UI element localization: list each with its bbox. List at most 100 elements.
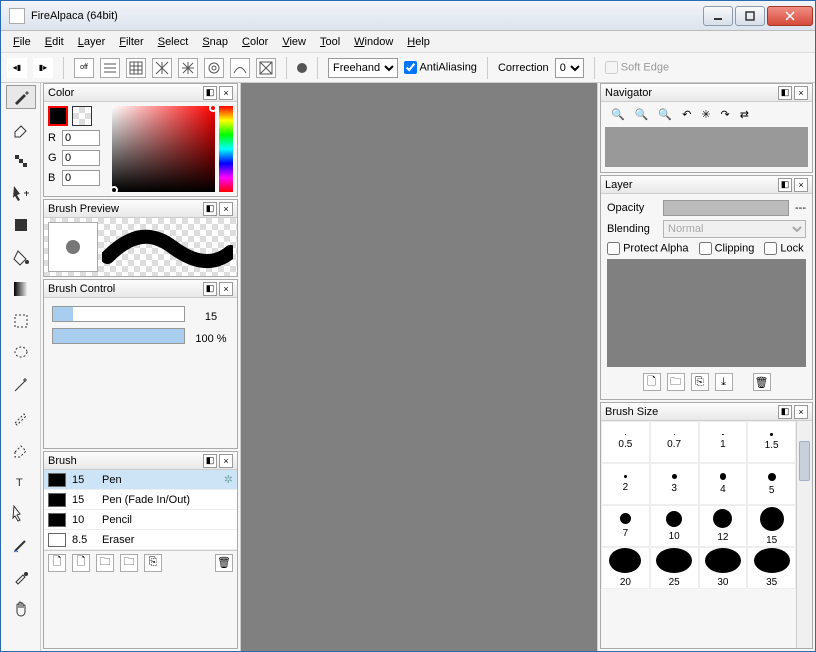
merge-layer-icon[interactable]: ⤓ [715, 373, 733, 391]
brush-size-cell[interactable]: 35 [747, 547, 796, 589]
correction-select[interactable]: 0 [555, 58, 584, 78]
menu-window[interactable]: Window [348, 34, 399, 50]
undock-icon[interactable]: ◧ [203, 202, 217, 216]
select-pen-tool[interactable] [6, 405, 36, 429]
brush-size-cell[interactable]: 0.5 [601, 421, 650, 463]
navigator-preview[interactable] [605, 127, 808, 167]
brush-size-cell[interactable]: 1 [699, 421, 748, 463]
close-icon[interactable]: × [219, 86, 233, 100]
magic-wand-tool[interactable] [6, 373, 36, 397]
close-icon[interactable]: × [219, 282, 233, 296]
menu-edit[interactable]: Edit [39, 34, 70, 50]
delete-brush-icon[interactable]: 🗑 [215, 554, 233, 572]
undock-icon[interactable]: ◧ [203, 454, 217, 468]
folder-icon[interactable]: 🗀 [96, 554, 114, 572]
maximize-button[interactable] [735, 6, 765, 26]
add-brush-icon[interactable]: 🗋 [48, 554, 66, 572]
close-icon[interactable]: × [794, 86, 808, 100]
select-eraser-tool[interactable] [6, 437, 36, 461]
close-button[interactable] [767, 6, 813, 26]
duplicate-layer-icon[interactable]: ⎘ [691, 373, 709, 391]
divide-tool[interactable] [6, 533, 36, 557]
operation-tool[interactable] [6, 501, 36, 525]
eraser-tool[interactable] [6, 117, 36, 141]
scrollbar[interactable] [796, 421, 812, 648]
menu-help[interactable]: Help [401, 34, 436, 50]
delete-layer-icon[interactable]: 🗑 [753, 373, 771, 391]
rotate-cw-icon[interactable]: ↷ [721, 108, 730, 121]
softedge-checkbox[interactable]: Soft Edge [605, 61, 669, 74]
brush-list-row[interactable]: 10Pencil [44, 510, 237, 530]
brush-size-slider[interactable] [52, 306, 185, 322]
brush-size-cell[interactable]: 4 [699, 463, 748, 505]
brush-size-cell[interactable]: 0.7 [650, 421, 699, 463]
brush-size-cell[interactable]: 20 [601, 547, 650, 589]
close-icon[interactable]: × [219, 202, 233, 216]
menu-select[interactable]: Select [152, 34, 195, 50]
snap-parallel-icon[interactable] [100, 58, 120, 78]
brush-size-cell[interactable]: 30 [699, 547, 748, 589]
snap-curve-icon[interactable] [230, 58, 250, 78]
brush-size-cell[interactable]: 10 [650, 505, 699, 547]
undock-icon[interactable]: ◧ [778, 178, 792, 192]
undock-icon[interactable]: ◧ [203, 282, 217, 296]
brush-opacity-slider[interactable] [52, 328, 185, 344]
close-icon[interactable]: × [794, 178, 808, 192]
b-input[interactable] [62, 170, 100, 186]
bucket-tool[interactable] [6, 245, 36, 269]
gradient-tool[interactable] [6, 277, 36, 301]
undock-icon[interactable]: ◧ [203, 86, 217, 100]
flip-icon[interactable]: ⇄ [740, 108, 749, 121]
rotate-reset-icon[interactable]: ✳ [701, 108, 710, 121]
brush-listbox[interactable]: 15Pen✲15Pen (Fade In/Out)10Pencil8.5Eras… [44, 470, 237, 550]
hand-tool[interactable] [6, 597, 36, 621]
zoom-fit-icon[interactable]: 🔍 [658, 108, 672, 121]
menu-filter[interactable]: Filter [113, 34, 149, 50]
canvas-area[interactable] [241, 83, 597, 651]
text-tool[interactable]: T [6, 469, 36, 493]
new-folder-icon[interactable]: 🗀 [667, 373, 685, 391]
brush-size-cell[interactable]: 25 [650, 547, 699, 589]
select-lasso-tool[interactable] [6, 341, 36, 365]
zoom-in-icon[interactable]: 🔍 [611, 108, 625, 121]
draw-mode-select[interactable]: Freehand [328, 58, 398, 78]
brush-size-cell[interactable]: 12 [699, 505, 748, 547]
blending-select[interactable]: Normal [663, 220, 806, 238]
nav-next-icon[interactable]: ▮▸ [33, 58, 53, 78]
brush-list-row[interactable]: 15Pen✲ [44, 470, 237, 490]
clipping-checkbox[interactable]: Clipping [699, 242, 755, 255]
snap-off-icon[interactable] [74, 58, 94, 78]
protect-alpha-checkbox[interactable]: Protect Alpha [607, 242, 689, 255]
nav-prev-icon[interactable]: ◂▮ [7, 58, 27, 78]
close-icon[interactable]: × [219, 454, 233, 468]
eyedropper-tool[interactable] [6, 565, 36, 589]
snap-grid-icon[interactable] [126, 58, 146, 78]
antialias-checkbox[interactable]: AntiAliasing [404, 61, 477, 74]
color-field[interactable] [112, 106, 215, 192]
snap-crisscross-icon[interactable] [152, 58, 172, 78]
brush-list-row[interactable]: 8.5Eraser [44, 530, 237, 550]
brush-size-cell[interactable]: 15 [747, 505, 796, 547]
lock-checkbox[interactable]: Lock [764, 242, 803, 255]
brush-size-cell[interactable]: 3 [650, 463, 699, 505]
primary-color-swatch[interactable] [48, 106, 68, 126]
undock-icon[interactable]: ◧ [778, 86, 792, 100]
g-input[interactable] [62, 150, 100, 166]
dot-tool[interactable] [6, 149, 36, 173]
layer-opacity-slider[interactable] [663, 200, 789, 216]
snap-vanish-icon[interactable] [256, 58, 276, 78]
brush-tool[interactable] [6, 85, 36, 109]
dup-folder-icon[interactable]: 🗀 [120, 554, 138, 572]
menu-color[interactable]: Color [236, 34, 274, 50]
layer-list[interactable] [607, 259, 806, 367]
zoom-out-icon[interactable]: 🔍 [635, 108, 649, 121]
brush-size-cell[interactable]: 7 [601, 505, 650, 547]
undock-icon[interactable]: ◧ [778, 405, 792, 419]
gear-icon[interactable]: ✲ [224, 473, 233, 486]
snap-radial-icon[interactable] [178, 58, 198, 78]
snap-circle-icon[interactable] [204, 58, 224, 78]
select-rect-tool[interactable] [6, 309, 36, 333]
brush-list-row[interactable]: 15Pen (Fade In/Out) [44, 490, 237, 510]
duplicate-brush-icon[interactable]: ⎘ [144, 554, 162, 572]
minimize-button[interactable] [703, 6, 733, 26]
